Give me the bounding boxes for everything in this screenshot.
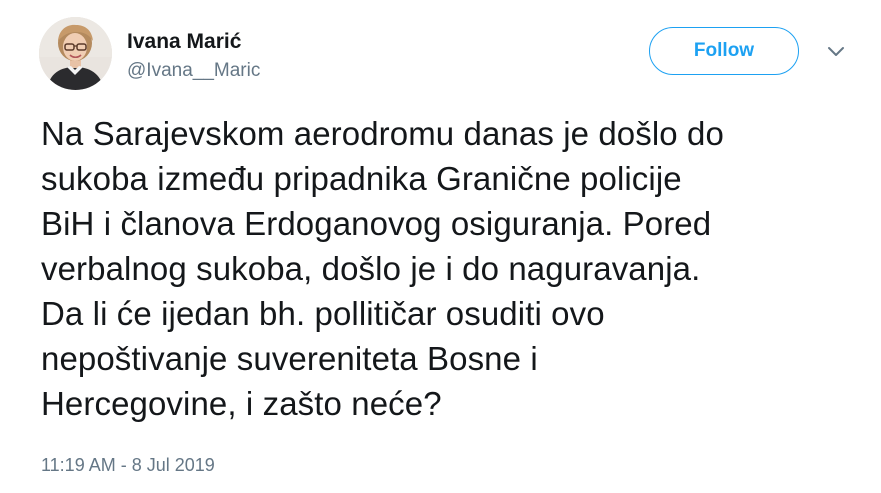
chevron-down-icon [828, 47, 844, 56]
more-options-button[interactable] [826, 44, 846, 58]
user-avatar-photo-icon [39, 17, 112, 90]
user-handle[interactable]: @Ivana__Maric [127, 59, 260, 83]
avatar[interactable] [39, 17, 112, 90]
follow-button[interactable]: Follow [649, 27, 799, 75]
display-name[interactable]: Ivana Marić [127, 29, 241, 55]
tweet-card: Ivana Marić @Ivana__Maric Follow Na Sara… [0, 0, 881, 493]
tweet-text: Na Sarajevskom aerodromu danas je došlo … [41, 115, 724, 422]
tweet-timestamp[interactable]: 11:19 AM - 8 Jul 2019 [41, 454, 215, 476]
